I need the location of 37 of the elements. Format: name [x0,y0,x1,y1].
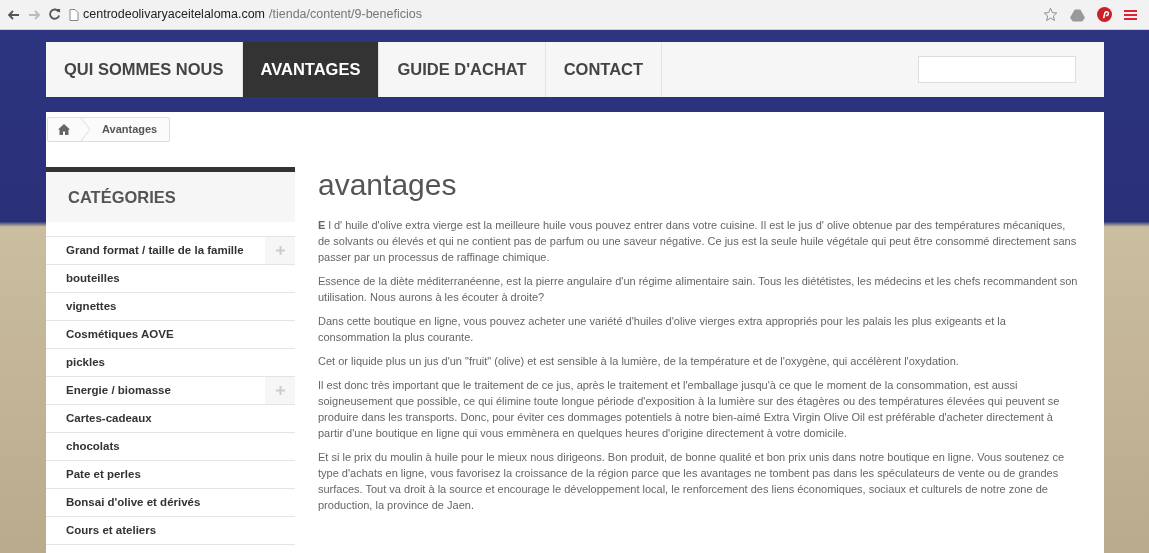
category-link[interactable]: chocolats [46,437,120,456]
reload-icon[interactable] [48,8,61,21]
nav-tab[interactable]: AVANTAGES [242,42,380,97]
search-field[interactable] [918,56,1076,83]
category-link[interactable]: Cartes-cadeaux [46,409,152,428]
address-field[interactable]: centrodeolivaryaceitelaloma.com /tienda/content/9-beneficios [69,5,422,24]
category-link[interactable]: Pate et perles [46,465,141,484]
category-link[interactable]: vignettes [46,297,117,316]
expand-toggle[interactable] [265,377,295,404]
nav-tab[interactable]: GUIDE D'ACHAT [379,42,546,97]
body-paragraph: Essence de la diète méditerranéenne, est la pierre angulaire d'un régime alimentaire sain. Tous les diététistes, les médecins et les chefs recommandent son utilisation. Nous aurons à les écouter à droite? [318,274,1079,305]
nav-tab[interactable]: QUI SOMMES NOUS [46,42,243,97]
breadcrumb-link[interactable]: Avantages [90,121,170,138]
categories-title: CATÉGORIES [68,186,176,208]
category-link[interactable]: Bonsai d'olive et dérivés [46,493,201,512]
home-icon[interactable] [58,124,70,135]
nav-tab[interactable]: CONTACT [545,42,663,97]
page-title: avantages [318,167,458,203]
star-icon[interactable] [1043,7,1058,22]
menu-icon[interactable] [1124,8,1137,21]
body-paragraph: Il est donc très important que le traitement de ce jus, après le traitement et l'emballage jusqu'à ce que le moment de la consommation, est aussi soigneusement que possible, ce qui élimine toute longue période d'exposition à la lumière sur des étagères ou des températures élevées qui peuvent se produire dans les transports. Donc, pour éviter ces dommages potentiels à notre bien-aimé Extra Virgin Olive Oil est préférable d'acheter directement à partir d'une boutique en ligne qui vous emmènera en quelques heures d'origine directement à votre domicile. [318,378,1061,441]
body-paragraph: Cet or liquide plus un jus d'un "fruit" (olive) et est sensible à la lumière, de la température et de l'oxygène, qui accélèrent l'oxydation. [318,354,960,369]
body-paragraph: Dans cette boutique en ligne, vous pouvez acheter une variété d'huiles d'olive vierges extra appropriés pour les palais les plus exigeants et la consommation la plus courante. [318,314,1007,345]
category-link[interactable]: pickles [46,353,105,372]
category-link[interactable]: Energie / biomasse [46,381,171,400]
page-icon [69,8,79,21]
body-paragraph: Et si le prix du moulin à huile pour le mieux nous dirigeons. Bon produit, de bonne qualité et bon prix unis dans notre boutique en ligne. Vous soutenez ce type d'achats en ligne, vous favorisez la croissance de la région parce que les avantages ne tombent pas dans les spéculateurs de vente ou de grandes surfaces. Tout va droit à la source et encourage le développement local, le renforcement des liens économiques, sociaux et culturels de notre zone de production, la province de Jaen. [318,450,1066,513]
category-link[interactable]: Cosmétiques AOVE [46,325,174,344]
body-paragraph: E l d' huile d'olive extra vierge est la meilleure huile vous pouvez entrer dans votre cuisine. Il est le jus d' olive obtenue par des températures mécaniques, de solvants ou élevés et qui ne contient pas de parfum ou une saveur négative. Ce jus est la seule huile végétale qui peut être consommé directement sans passer par un processus de raffinage chimique. [318,218,1078,265]
category-link[interactable]: Cours et ateliers [46,521,157,540]
category-link[interactable]: bouteilles [46,269,120,288]
category-link[interactable]: Grand format / taille de la famille [46,241,244,260]
expand-toggle[interactable] [265,237,295,264]
back-arrow-icon[interactable] [8,8,20,21]
plus-icon [275,246,285,255]
forward-arrow-icon[interactable] [28,8,40,21]
plus-icon [275,386,285,395]
